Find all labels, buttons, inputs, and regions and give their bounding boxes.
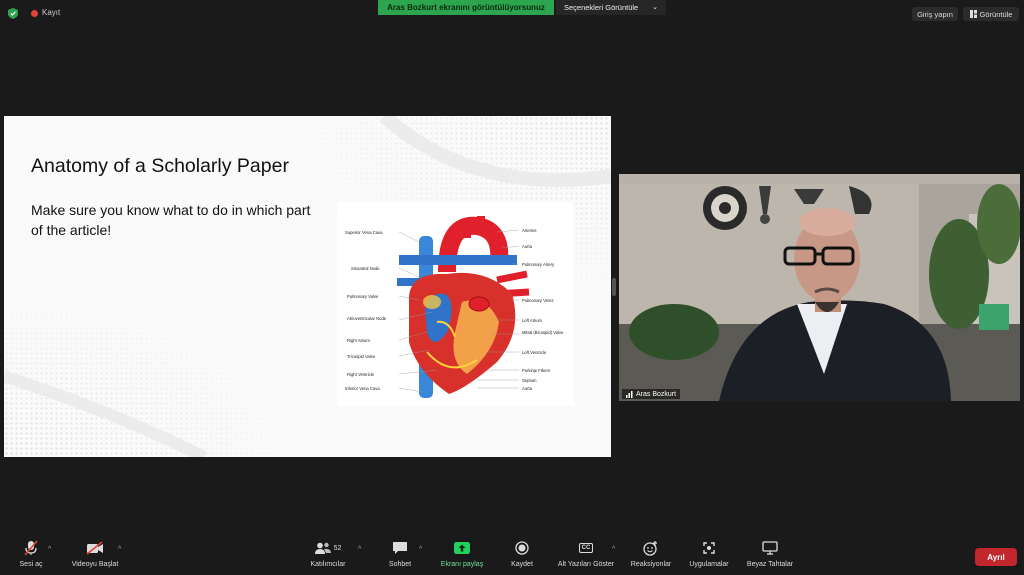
view-button[interactable]: Görüntüle [963,7,1019,21]
diagram-label: Aorta [522,244,533,249]
start-video-label: Videoyu Başlat [71,561,119,568]
participants-label: Katılımcılar [310,561,346,568]
video-frame [619,174,1020,401]
participant-video[interactable] [619,174,1020,401]
record-icon [515,541,529,555]
recording-icon [31,10,38,17]
diagram-label: Tricuspid Valve [347,354,376,359]
cc-icon: CC [578,543,594,553]
participants-count: 52 [333,544,342,552]
record-label: Kaydet [511,561,533,568]
diagram-label: Right Atrium [347,338,370,343]
slide-body-text: Make sure you know what to do in which p… [31,202,311,238]
diagram-label: Aorta [522,386,533,391]
diagram-label: Sinoatrial Node [351,266,380,271]
video-options-caret[interactable]: ^ [118,546,121,553]
chat-icon [393,542,407,554]
share-screen-button[interactable]: Ekranı paylaş [436,540,488,568]
reactions-button[interactable]: Reaksiyonlar [627,540,675,568]
shield-icon[interactable] [8,8,18,19]
start-video-button[interactable]: Videoyu Başlat [66,540,124,568]
diagram-label: Septum [522,378,537,383]
reaction-icon [643,541,657,556]
diagram-label: Superior Vena Cava [345,230,383,235]
show-captions-label: Alt Yazıları Göster [557,561,615,568]
diagram-label: Arteries [522,228,537,233]
whiteboards-button[interactable]: Beyaz Tahtalar [741,540,799,568]
chat-button[interactable]: Sohbet [385,540,415,568]
participants-options-caret[interactable]: ^ [358,546,361,553]
apps-button[interactable]: Uygulamalar [684,540,734,568]
diagram-label: Mitral (Bicuspid) Valve [522,330,564,335]
diagram-label: Purkinje Fibers [522,368,550,373]
chat-options-caret[interactable]: ^ [419,546,422,553]
screen-share-banner: Aras Bozkurt ekranını görüntülüyorsunuz [378,0,554,15]
record-button[interactable]: Kaydet [505,540,539,568]
captions-options-caret[interactable]: ^ [612,546,615,553]
share-screen-label: Ekranı paylaş [440,561,484,568]
diagram-label: Left Atrium [522,318,543,323]
signal-icon [626,390,633,398]
shared-slide: Anatomy of a Scholarly Paper Make sure y… [4,116,611,457]
reactions-label: Reaksiyonlar [630,561,672,568]
resize-handle[interactable] [612,278,616,296]
slide-title: Anatomy of a Scholarly Paper [31,155,289,177]
diagram-label: Left Ventricle [522,350,547,355]
audio-options-caret[interactable]: ^ [48,546,51,553]
diagram-label: Pulmonary Artery [522,262,555,267]
diagram-label: Atrioventricular Node [347,316,387,321]
diagram-label: Pulmonary Veins [522,298,554,303]
chat-label: Sohbet [388,561,412,568]
diagram-label: Inferior Vena Cava [345,386,380,391]
chevron-down-icon: ⌄ [652,4,658,11]
participant-name-tag: Aras Bozkurt [622,389,681,399]
leave-button[interactable]: Ayrıl [975,548,1017,566]
apps-label: Uygulamalar [689,561,729,568]
whiteboard-icon [762,541,778,555]
apps-icon [703,542,715,554]
diagram-label: Pulmonary Valve [347,294,379,299]
show-captions-button[interactable]: CC Alt Yazıları Göster [552,540,620,568]
mic-muted-icon [24,540,38,556]
sign-in-button[interactable]: Giriş yapın [912,7,958,21]
view-label: Görüntüle [979,9,1013,19]
view-icon [969,10,977,18]
view-options-button[interactable]: Seçenekleri Görüntüle ⌄ [556,0,666,15]
people-icon [314,542,331,554]
whiteboards-label: Beyaz Tahtalar [746,561,794,568]
view-options-label: Seçenekleri Görüntüle [564,3,639,12]
unmute-label: Sesi aç [19,561,43,568]
unmute-button[interactable]: Sesi aç [18,540,44,568]
top-bar: Kayıt Aras Bozkurt ekranını görüntülüyor… [0,0,1024,26]
participants-button[interactable]: 52 Katılımcılar [305,540,351,568]
video-off-icon [86,541,103,555]
share-screen-icon [454,542,470,554]
participant-name: Aras Bozkurt [636,390,677,398]
heart-anatomy-diagram: Superior Vena Cava Sinoatrial Node Pulmo… [337,202,573,406]
recording-label: Kayıt [42,8,61,17]
diagram-label: Right Ventricle [347,372,374,377]
